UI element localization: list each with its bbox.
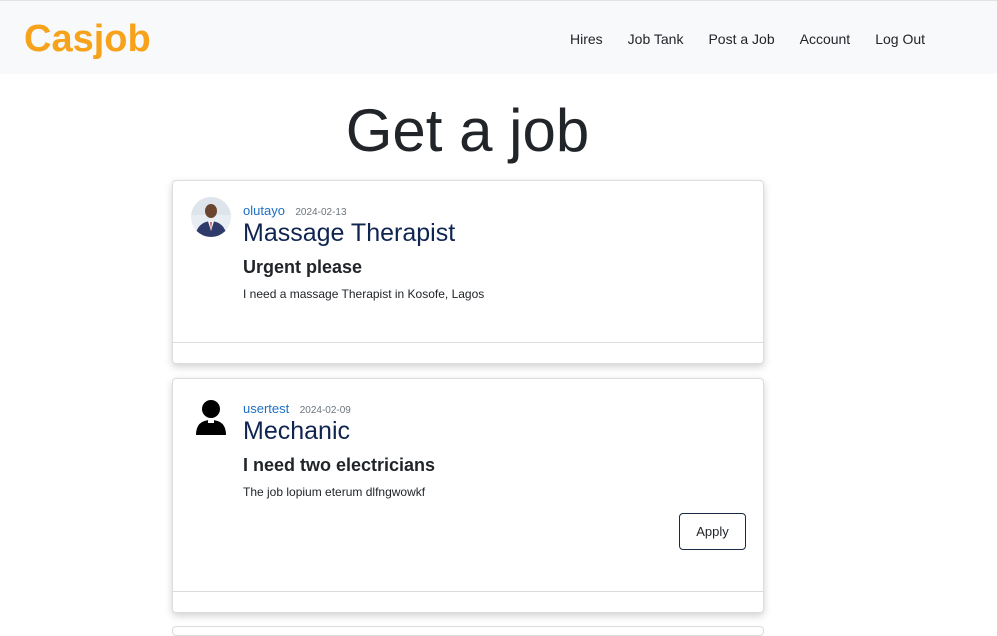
job-date: 2024-02-09 xyxy=(299,405,351,416)
user-silhouette-icon xyxy=(196,400,226,435)
nav-links: Hires Job Tank Post a Job Account Log Ou… xyxy=(570,31,950,47)
job-poster-username[interactable]: usertest xyxy=(243,401,289,416)
apply-button[interactable]: Apply xyxy=(679,513,746,550)
page-title: Get a job xyxy=(345,97,590,164)
job-card-body: olutayo 2024-02-13 Massage Therapist Urg… xyxy=(173,181,763,345)
job-meta: olutayo 2024-02-13 xyxy=(243,202,347,220)
nav-link-hires[interactable]: Hires xyxy=(570,31,603,47)
nav-link-job-tank[interactable]: Job Tank xyxy=(628,31,684,47)
brand-logo[interactable]: Casjob xyxy=(24,17,151,61)
user-photo-avatar[interactable] xyxy=(191,197,231,237)
nav-link-post-a-job[interactable]: Post a Job xyxy=(708,31,774,47)
job-date: 2024-02-13 xyxy=(295,207,347,218)
navbar: Casjob Hires Job Tank Post a Job Account… xyxy=(0,0,997,74)
job-card xyxy=(172,626,764,636)
job-subtitle: I need two electricians xyxy=(243,455,436,475)
job-card: olutayo 2024-02-13 Massage Therapist Urg… xyxy=(172,180,764,364)
nav-link-log-out[interactable]: Log Out xyxy=(875,31,925,47)
nav-link-account[interactable]: Account xyxy=(800,31,851,47)
job-card-footer xyxy=(173,591,763,612)
job-title: Massage Therapist xyxy=(243,219,456,247)
job-meta: usertest 2024-02-09 xyxy=(243,400,351,418)
default-user-avatar-icon[interactable] xyxy=(191,395,231,435)
job-description: I need a massage Therapist in Kosofe, La… xyxy=(243,287,485,301)
job-subtitle: Urgent please xyxy=(243,257,363,277)
job-description: The job lopium eterum dlfngwowkf xyxy=(243,485,426,499)
job-title: Mechanic xyxy=(243,417,350,445)
job-poster-username[interactable]: olutayo xyxy=(243,203,285,218)
job-card: usertest 2024-02-09 Mechanic I need two … xyxy=(172,378,764,613)
job-card-footer xyxy=(173,342,763,363)
job-card-body: usertest 2024-02-09 Mechanic I need two … xyxy=(173,379,763,594)
user-photo-icon xyxy=(191,197,231,237)
